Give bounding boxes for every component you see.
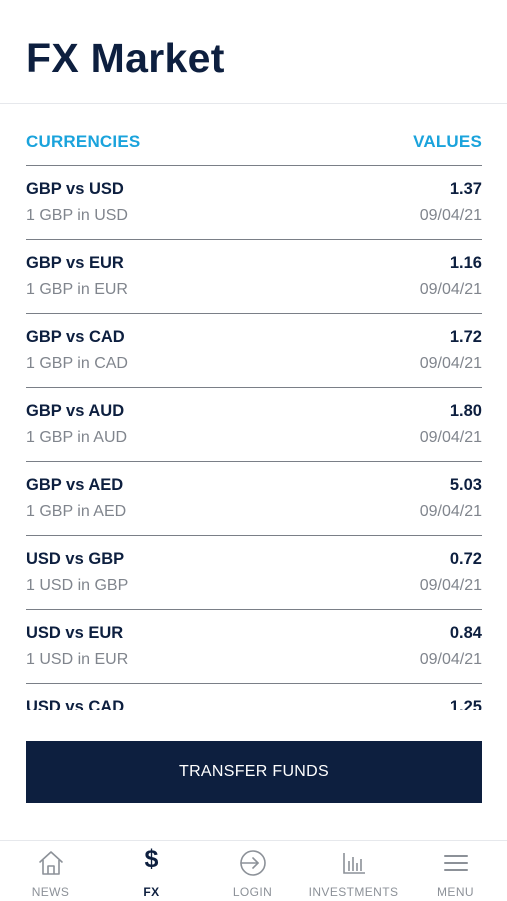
login-icon: [239, 850, 266, 876]
currency-pair: USD vs CAD: [26, 698, 125, 710]
rate-description: 1 GBP in CAD: [26, 355, 128, 372]
tab-label: MENU: [437, 885, 474, 899]
rate-description: 1 GBP in AUD: [26, 429, 128, 446]
tab-fx[interactable]: $ FX: [101, 841, 202, 901]
column-header-currencies: CURRENCIES: [26, 132, 141, 151]
tab-label: LOGIN: [232, 885, 273, 899]
table-header: CURRENCIES VALUES: [26, 132, 482, 166]
rate-description: 1 GBP in AED: [26, 503, 127, 520]
currency-pair: USD vs EUR: [26, 624, 124, 642]
dollar-icon: $: [144, 845, 159, 873]
exchange-rate: 0.72: [449, 550, 482, 568]
exchange-rate: 1.72: [449, 328, 482, 346]
tab-login[interactable]: LOGIN: [202, 841, 303, 901]
exchange-rate: 1.16: [449, 254, 482, 272]
page-title: FX Market: [26, 35, 225, 81]
currency-pair: GBP vs AUD: [26, 402, 125, 420]
currency-row[interactable]: GBP vs EUR 1.16 1 GBP in EUR 09/04/21: [26, 240, 482, 314]
tab-label: NEWS: [31, 885, 70, 899]
exchange-rate: 1.37: [449, 180, 482, 198]
rate-date: 09/04/21: [419, 503, 482, 520]
currency-pair: USD vs GBP: [26, 550, 125, 568]
rate-date: 09/04/21: [419, 281, 482, 298]
exchange-rate: 1.80: [449, 402, 482, 420]
menu-icon: [443, 855, 468, 871]
currency-pair: GBP vs USD: [26, 180, 124, 198]
rate-description: 1 USD in EUR: [26, 651, 129, 668]
transfer-funds-button[interactable]: TRANSFER FUNDS: [26, 741, 482, 803]
currency-row[interactable]: USD vs GBP 0.72 1 USD in GBP 09/04/21: [26, 536, 482, 610]
currency-row[interactable]: GBP vs AED 5.03 1 GBP in AED 09/04/21: [26, 462, 482, 536]
rate-date: 09/04/21: [419, 577, 482, 594]
bar-chart-icon: [342, 853, 365, 874]
exchange-rate: 5.03: [449, 476, 482, 494]
exchange-rate: 1.25: [449, 698, 482, 710]
currency-row[interactable]: USD vs CAD 1.25: [26, 684, 482, 710]
column-header-values: VALUES: [413, 132, 482, 151]
rate-description: 1 GBP in USD: [26, 207, 128, 224]
rate-date: 09/04/21: [419, 207, 482, 224]
app-header: FX Market: [0, 0, 507, 104]
rate-description: 1 USD in GBP: [26, 577, 129, 594]
bottom-tab-bar: NEWS $ FX LOGIN INVESTMENTS MENU: [0, 840, 507, 900]
rate-date: 09/04/21: [419, 429, 482, 446]
tab-investments[interactable]: INVESTMENTS: [303, 841, 404, 901]
tab-news[interactable]: NEWS: [0, 841, 101, 901]
currency-row[interactable]: GBP vs CAD 1.72 1 GBP in CAD 09/04/21: [26, 314, 482, 388]
currency-pair: GBP vs EUR: [26, 254, 124, 272]
currency-row[interactable]: GBP vs USD 1.37 1 GBP in USD 09/04/21: [26, 166, 482, 240]
tab-label: INVESTMENTS: [308, 885, 399, 899]
rate-date: 09/04/21: [419, 355, 482, 372]
rate-description: 1 GBP in EUR: [26, 281, 128, 298]
currency-pair: GBP vs AED: [26, 476, 124, 494]
currency-row[interactable]: USD vs EUR 0.84 1 USD in EUR 09/04/21: [26, 610, 482, 684]
exchange-rate: 0.84: [449, 624, 482, 642]
rate-date: 09/04/21: [419, 651, 482, 668]
currency-row[interactable]: GBP vs AUD 1.80 1 GBP in AUD 09/04/21: [26, 388, 482, 462]
tab-menu[interactable]: MENU: [404, 841, 507, 901]
home-icon: [38, 851, 63, 875]
currency-list[interactable]: GBP vs USD 1.37 1 GBP in USD 09/04/21 GB…: [26, 166, 482, 710]
tab-label: FX: [143, 885, 160, 899]
currency-pair: GBP vs CAD: [26, 328, 125, 346]
